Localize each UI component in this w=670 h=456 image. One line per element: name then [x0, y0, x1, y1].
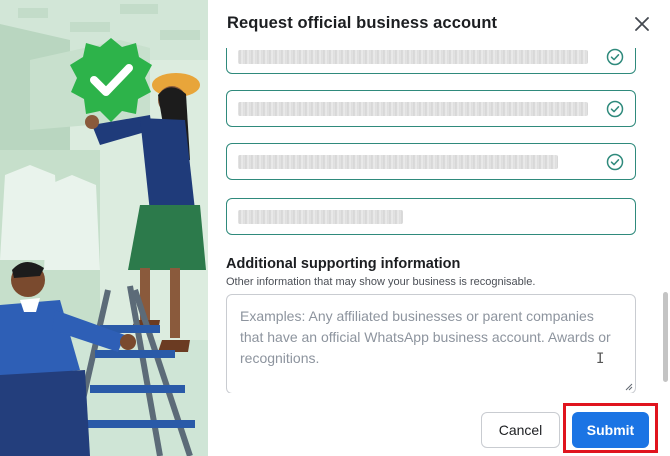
verified-badge-illustration	[0, 0, 208, 456]
scrollbar-thumb[interactable]	[663, 292, 668, 382]
additional-info-subtext: Other information that may show your bus…	[226, 276, 536, 288]
close-button[interactable]	[628, 10, 656, 38]
dialog-body: Additional supporting information Other …	[208, 48, 670, 393]
dialog-header: Request official business account	[208, 0, 670, 48]
dialog-footer: Cancel Submit	[208, 393, 670, 456]
redacted-value	[238, 210, 403, 224]
check-circle-icon	[606, 153, 624, 171]
form-field-2[interactable]	[226, 90, 636, 127]
request-official-account-dialog: Request official business account Additi…	[208, 0, 670, 456]
submit-button[interactable]: Submit	[572, 412, 649, 448]
redacted-value	[238, 102, 588, 116]
redacted-value	[238, 155, 558, 169]
resize-handle-icon[interactable]	[624, 382, 633, 391]
additional-info-textarea[interactable]: Examples: Any affiliated businesses or p…	[226, 294, 636, 393]
dialog-title: Request official business account	[227, 14, 498, 32]
form-field-1[interactable]	[226, 48, 636, 74]
redacted-value	[238, 50, 588, 64]
promo-illustration	[0, 0, 208, 456]
form-field-4[interactable]	[226, 198, 636, 235]
close-icon	[635, 17, 649, 31]
additional-info-heading: Additional supporting information	[226, 256, 461, 272]
cancel-button[interactable]: Cancel	[481, 412, 560, 448]
check-circle-icon	[606, 48, 624, 66]
textarea-placeholder: Examples: Any affiliated businesses or p…	[240, 308, 611, 366]
form-field-3[interactable]	[226, 143, 636, 180]
text-cursor-icon: I	[596, 351, 605, 367]
check-circle-icon	[606, 100, 624, 118]
